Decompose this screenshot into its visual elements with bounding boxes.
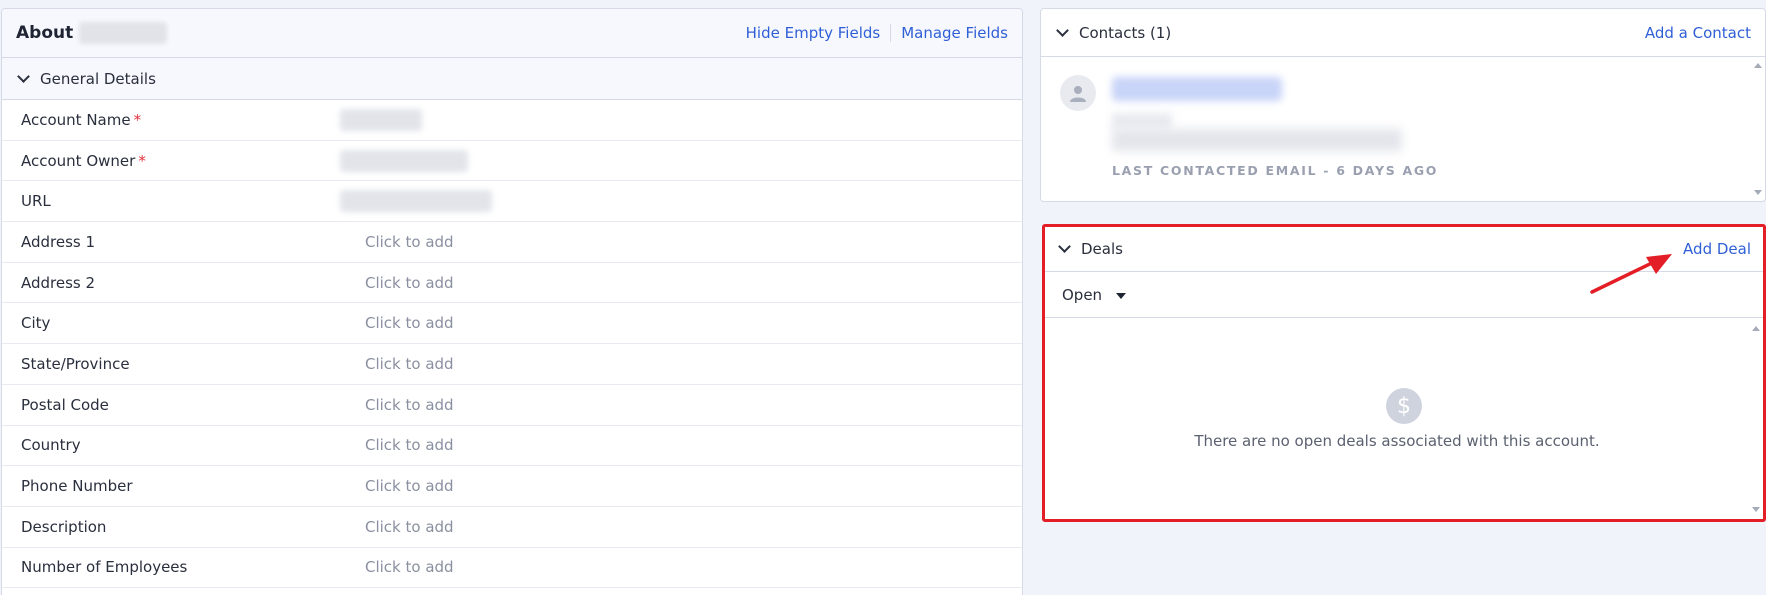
chevron-down-icon: [1058, 240, 1071, 253]
field-value[interactable]: Click to add: [356, 436, 454, 454]
field-value[interactable]: Click to add: [356, 477, 454, 495]
field-value[interactable]: Click to add: [356, 355, 454, 373]
field-value[interactable]: Click to add: [356, 518, 454, 536]
scroll-up-icon[interactable]: [1754, 63, 1762, 68]
field-row-phone-number[interactable]: Phone Number Click to add: [2, 466, 1022, 507]
field-value-redacted: [340, 190, 492, 213]
dollar-icon: $: [1386, 388, 1422, 424]
field-row-state-province[interactable]: State/Province Click to add: [2, 344, 1022, 385]
chevron-down-icon: [17, 69, 30, 83]
field-row-description[interactable]: Description Click to add: [2, 507, 1022, 548]
divider: [890, 24, 892, 42]
general-details-toggle[interactable]: General Details: [2, 58, 1022, 100]
empty-deals-message: There are no open deals associated with …: [1194, 432, 1600, 450]
contacts-panel: Contacts (1) Add a Contact LAST CONTACTE…: [1040, 8, 1766, 202]
add-deal-link[interactable]: Add Deal: [1683, 240, 1751, 258]
contact-email-redacted: [1112, 129, 1402, 151]
field-label: Phone Number: [21, 477, 133, 496]
field-row-account-owner[interactable]: Account Owner *: [2, 141, 1022, 182]
deal-status-value: Open: [1062, 285, 1103, 304]
account-name-redacted: [79, 22, 168, 44]
field-value[interactable]: Click to add: [356, 233, 454, 251]
general-details-title: General Details: [40, 69, 156, 88]
add-contact-link[interactable]: Add a Contact: [1645, 24, 1751, 42]
field-row-city[interactable]: City Click to add: [2, 303, 1022, 345]
contacts-title: Contacts (1): [1079, 23, 1172, 42]
field-row-country[interactable]: Country Click to add: [2, 426, 1022, 467]
field-row-postal-code[interactable]: Postal Code Click to add: [2, 385, 1022, 426]
scroll-down-icon[interactable]: [1752, 507, 1760, 512]
hide-empty-fields-link[interactable]: Hide Empty Fields: [746, 24, 881, 42]
field-label: Description: [21, 517, 107, 536]
deals-empty-state: $ There are no open deals associated wit…: [1045, 318, 1763, 518]
scrollbar[interactable]: [1749, 318, 1763, 516]
red-arrow-annotation: [1590, 254, 1672, 294]
manage-fields-link[interactable]: Manage Fields: [901, 24, 1008, 42]
field-label: Address 1: [21, 232, 96, 251]
chevron-down-icon: [1056, 23, 1069, 37]
deals-title: Deals: [1081, 240, 1123, 258]
contact-card: LAST CONTACTED EMAIL - 6 DAYS AGO: [1041, 57, 1765, 201]
field-value[interactable]: Click to add: [356, 558, 454, 576]
contact-name-redacted[interactable]: [1112, 77, 1282, 101]
field-label: Postal Code: [21, 395, 109, 414]
field-label: Country: [21, 436, 81, 455]
required-marker: *: [133, 110, 142, 129]
field-label: Address 2: [21, 273, 96, 292]
about-header-links: Hide Empty Fields Manage Fields: [746, 24, 1008, 42]
field-row-address-1[interactable]: Address 1 Click to add: [2, 222, 1022, 263]
scroll-up-icon[interactable]: [1752, 326, 1760, 331]
field-value-redacted: [340, 108, 422, 131]
field-label: Number of Employees: [21, 558, 188, 577]
field-label: Account Owner: [21, 151, 136, 170]
field-value[interactable]: Click to add: [356, 274, 454, 292]
field-value[interactable]: Click to add: [356, 314, 454, 332]
about-panel: About Hide Empty Fields Manage Fields Ge…: [1, 8, 1023, 595]
field-label: Account Name: [21, 110, 131, 129]
field-row-url[interactable]: URL: [2, 181, 1022, 223]
field-row-number-of-employees[interactable]: Number of Employees Click to add: [2, 548, 1022, 589]
field-row-account-name[interactable]: Account Name *: [2, 100, 1022, 141]
contacts-header[interactable]: Contacts (1) Add a Contact: [1041, 9, 1765, 57]
about-title: About: [16, 23, 74, 43]
contact-title-redacted: [1112, 113, 1172, 129]
about-header: About Hide Empty Fields Manage Fields: [2, 9, 1022, 58]
field-row-address-2[interactable]: Address 2 Click to add: [2, 263, 1022, 304]
field-label: State/Province: [21, 354, 130, 373]
scroll-down-icon[interactable]: [1754, 190, 1762, 195]
caret-down-icon: [1116, 292, 1127, 299]
field-value-redacted: [340, 149, 468, 172]
required-marker: *: [138, 151, 146, 170]
scrollbar[interactable]: [1751, 57, 1765, 201]
field-label: URL: [21, 192, 51, 211]
last-contacted-text: LAST CONTACTED EMAIL - 6 DAYS AGO: [1112, 163, 1439, 178]
person-icon: [1060, 75, 1096, 111]
field-label: City: [21, 314, 51, 333]
field-value[interactable]: Click to add: [356, 396, 454, 414]
